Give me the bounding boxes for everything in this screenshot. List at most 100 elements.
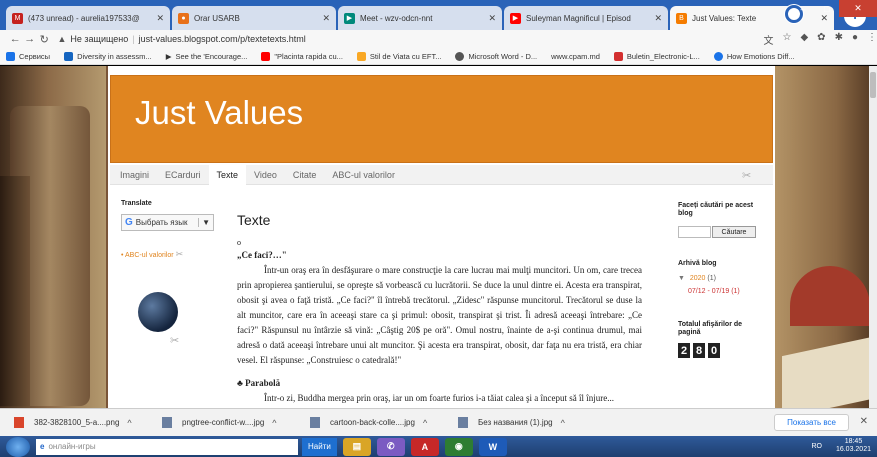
page-scrollbar[interactable]	[869, 66, 877, 408]
language-indicator[interactable]: RO	[811, 443, 822, 450]
close-window-icon[interactable]: ✕	[839, 0, 877, 17]
download-name: pngtree-conflict-w....jpg	[182, 418, 265, 427]
translate-icon[interactable]: 文	[764, 32, 774, 47]
translate-select-label: Выбрать язык	[135, 218, 188, 227]
translate-select[interactable]: G Выбрать язык ▼	[121, 214, 214, 231]
download-item[interactable]: cartoon-back-colle....jpg ^	[310, 417, 458, 428]
edit-tools-icon[interactable]: ✂	[170, 334, 179, 347]
scrollbar-thumb[interactable]	[870, 72, 876, 98]
apps-icon	[6, 51, 15, 61]
orar-icon: ●	[178, 12, 189, 24]
chevron-up-icon[interactable]: ^	[272, 418, 276, 428]
post-body: o „Ce faci?…" Într-un oraş era în desfăş…	[237, 238, 642, 406]
edit-tools-icon[interactable]: ✂	[176, 249, 184, 259]
download-item[interactable]: pngtree-conflict-w....jpg ^	[162, 417, 310, 428]
puzzle-icon[interactable]: ✱	[835, 32, 843, 47]
tab-ecarduri[interactable]: ECarduri	[157, 165, 209, 185]
url-text: just-values.blogspot.com/p/textetexts.ht…	[138, 34, 306, 44]
tab-close-icon[interactable]: ✕	[488, 13, 496, 24]
extension-icon[interactable]: ✿	[817, 32, 825, 47]
search-input[interactable]	[678, 226, 711, 238]
bookmark[interactable]: Microsoft Word - D...	[455, 51, 537, 61]
menu-icon[interactable]: ⋮	[867, 32, 877, 47]
post-bullet: o	[237, 238, 241, 247]
taskbar-search-input[interactable]: e онлайн-игры	[36, 438, 298, 455]
tab-close-icon[interactable]: ✕	[322, 13, 330, 24]
download-item[interactable]: Без названия (1).jpg ^	[458, 417, 606, 428]
close-icon[interactable]: ✕	[860, 416, 868, 427]
tab-citate[interactable]: Citate	[285, 165, 325, 185]
minimize-icon[interactable]: ‒	[791, 0, 815, 17]
search-button[interactable]: Căutare	[712, 226, 756, 238]
avatar[interactable]: ●	[852, 32, 858, 47]
url-field[interactable]: ▲ Не защищено | just-values.blogspot.com…	[58, 31, 758, 47]
edit-tools-icon[interactable]: ✂	[742, 169, 751, 182]
address-bar: ← → ↻ ▲ Не защищено | just-values.blogsp…	[0, 30, 877, 48]
chevron-up-icon[interactable]: ^	[561, 418, 565, 428]
chevron-up-icon[interactable]: ^	[127, 418, 131, 428]
viber-icon[interactable]: ✆	[376, 437, 405, 456]
archive-year-count: (1)	[707, 275, 716, 282]
star-icon[interactable]: ☆	[783, 32, 792, 47]
globe-icon	[455, 51, 465, 61]
taskbar-search-button[interactable]: Найти	[302, 437, 337, 456]
blog-title[interactable]: Just Values	[135, 94, 303, 132]
tab-abc-valorilor[interactable]: ABC-ul valorilor	[324, 165, 403, 185]
archive-label: Arhivă blog	[678, 260, 717, 267]
globe-widget[interactable]	[138, 292, 178, 332]
file-icon	[162, 417, 172, 428]
blog-header: Just Values	[110, 75, 773, 163]
downloads-bar: 382-3828100_5-a....png ^ pngtree-conflict…	[0, 408, 877, 436]
archive-year[interactable]: ▼ 2020 (1)	[678, 275, 758, 282]
forward-icon[interactable]: →	[23, 33, 38, 45]
bookmark[interactable]: "Placinta rapida cu...	[261, 51, 343, 61]
bookmark-label: How Emotions Diff...	[726, 51, 795, 61]
right-sidebar: Faceți căutări pe acest blog Căutare Arh…	[678, 202, 758, 358]
bookmark[interactable]: Сервисы	[6, 51, 50, 61]
reload-icon[interactable]: ↻	[37, 33, 52, 46]
tab-title: Suleyman Magnificul | Episod	[526, 13, 631, 23]
warning-icon: ▲	[57, 34, 67, 44]
show-all-downloads-button[interactable]: Показать все	[774, 414, 849, 431]
browser-tab[interactable]: ● Orar USARB ✕	[172, 6, 336, 30]
file-icon	[310, 417, 320, 428]
views-label: Totalul afişărilor de pagină	[678, 321, 743, 336]
translate-title: Translate	[121, 200, 152, 207]
tab-close-icon[interactable]: ✕	[654, 13, 662, 24]
explorer-icon[interactable]: ▤	[342, 437, 371, 456]
search-label: Faceți căutări pe acest blog	[678, 202, 754, 217]
extension-icon[interactable]: ◆	[800, 32, 808, 47]
bookmark[interactable]: Stil de Viata cu EFT...	[356, 51, 441, 61]
tab-video[interactable]: Video	[246, 165, 285, 185]
bookmark[interactable]: www.cpam.md	[551, 52, 600, 61]
archive-month[interactable]: 07/12 - 07/19 (1)	[678, 288, 758, 295]
chevron-up-icon[interactable]: ^	[423, 418, 427, 428]
back-icon[interactable]: ←	[8, 33, 23, 45]
acrobat-icon[interactable]: A	[410, 437, 439, 456]
bookmark-label: Buletin_Electronic-L...	[626, 51, 700, 61]
browser-tab[interactable]: M (473 unread) - aurelia197533@ ✕	[6, 6, 170, 30]
word-icon[interactable]: W	[478, 437, 507, 456]
section-text: Într-o zi, Buddha mergea prin oraş, iar …	[264, 393, 615, 403]
bookmark[interactable]: Buletin_Electronic-L...	[613, 51, 700, 61]
tab-title: Meet - wzv-odcn-nnt	[360, 13, 433, 23]
bookmark-label: www.cpam.md	[551, 51, 600, 61]
tab-imagini[interactable]: Imagini	[112, 165, 157, 185]
browser-tab[interactable]: ▶ Suleyman Magnificul | Episod ✕	[504, 6, 668, 30]
download-item[interactable]: 382-3828100_5-a....png ^	[14, 417, 162, 428]
views-digit: 2	[678, 343, 690, 358]
chrome-icon[interactable]: ◉	[444, 437, 473, 456]
sidebar-link[interactable]: • ABC-ul valorilor ✂	[121, 249, 183, 260]
maximize-icon[interactable]: □	[815, 0, 839, 17]
clock[interactable]: 18:45 16.03.2021	[836, 438, 871, 454]
bookmark[interactable]: How Emotions Diff...	[713, 51, 795, 61]
tab-close-icon[interactable]: ✕	[156, 13, 164, 24]
bookmark[interactable]: ▶ See the 'Encourage...	[166, 52, 248, 61]
tab-texte[interactable]: Texte	[208, 164, 247, 185]
browser-tab[interactable]: ▶ Meet - wzv-odcn-nnt ✕	[338, 6, 502, 30]
start-button[interactable]	[6, 436, 30, 457]
google-icon: G	[125, 217, 133, 228]
section-title-text: Parabolă	[245, 378, 281, 388]
blog-pages-nav: Imagini ECarduri Texte Video Citate ABC-…	[110, 164, 773, 185]
bookmark[interactable]: Diversity in assessm...	[64, 51, 152, 61]
